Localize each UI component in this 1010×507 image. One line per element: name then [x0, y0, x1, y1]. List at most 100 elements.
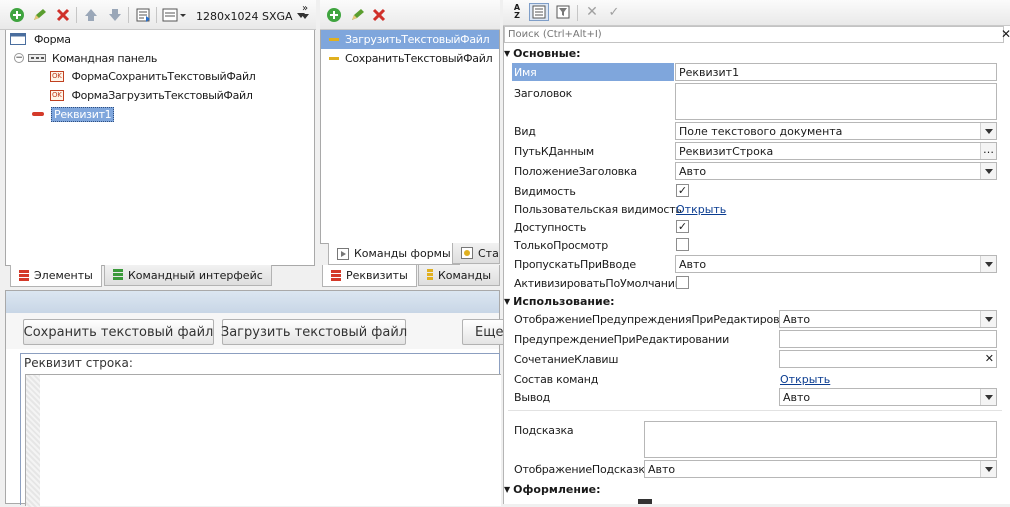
tooltip-label: Подсказка	[514, 423, 574, 437]
tab-elements[interactable]: Элементы	[10, 265, 102, 287]
button-ok-icon: OK	[50, 89, 64, 101]
add-icon[interactable]	[8, 6, 26, 24]
elements-tab-icon	[19, 269, 29, 281]
title-position-dropdown[interactable]: Авто	[675, 162, 997, 180]
more-commands-icon[interactable]: »	[298, 4, 312, 26]
properties-toolbar: AZ ✕ ✓	[503, 0, 1010, 26]
title-position-value: Авто	[679, 164, 707, 178]
filter-icon[interactable]	[553, 3, 573, 21]
commands-composition-open-link[interactable]: Открыть	[780, 373, 830, 386]
section-main[interactable]: ▼ Основные:	[504, 45, 581, 61]
skip-on-input-label: ПропускатьПриВводе	[514, 257, 636, 271]
tooltip-display-dropdown[interactable]: Авто	[644, 460, 997, 478]
command-interface-tab-icon	[113, 269, 123, 280]
edit-warning-label: ПредупреждениеПриРедактировании	[514, 332, 730, 346]
tree-item-save-command[interactable]: OK ФормаСохранитьТекстовыйФайл	[50, 67, 256, 85]
edit-warning-display-dropdown[interactable]: Авто	[779, 310, 997, 328]
readonly-checkbox[interactable]	[676, 238, 689, 251]
name-label: Имя	[514, 65, 537, 79]
tooltip-display-value: Авто	[648, 462, 676, 476]
add-icon[interactable]	[325, 6, 343, 24]
user-visible-open-link[interactable]: Открыть	[676, 203, 726, 216]
tab-label: Командный интерфейс	[128, 268, 263, 282]
readonly-label: ТолькоПросмотр	[514, 238, 608, 252]
chevron-down-icon[interactable]	[980, 311, 996, 327]
form-icon	[10, 33, 26, 45]
output-value: Авто	[783, 390, 811, 404]
chevron-down-icon[interactable]	[980, 256, 996, 272]
collapse-triangle-icon: ▼	[504, 484, 511, 494]
title-field[interactable]	[675, 83, 997, 120]
tab-label: Элементы	[34, 269, 93, 282]
kind-dropdown[interactable]: Поле текстового документа	[675, 122, 997, 140]
skip-on-input-dropdown[interactable]: Авто	[675, 255, 997, 273]
edit-warning-field[interactable]	[779, 330, 997, 348]
tab-attributes[interactable]: Реквизиты	[322, 265, 417, 287]
title-position-label: ПоложениеЗаголовка	[514, 164, 637, 178]
edit-warning-display-value: Авто	[783, 312, 811, 326]
resolution-dropdown[interactable]: 1280x1024 SXGA	[196, 8, 305, 24]
chevron-down-icon[interactable]	[980, 123, 996, 139]
datapath-field[interactable]: РеквизитСтрока …	[675, 142, 997, 160]
clear-icon[interactable]: ✕	[583, 3, 601, 21]
search-input[interactable]	[505, 27, 985, 42]
kind-value: Поле текстового документа	[679, 124, 843, 138]
activate-default-checkbox[interactable]	[676, 276, 689, 289]
delete-icon[interactable]	[370, 6, 388, 24]
command-icon	[329, 38, 339, 41]
tab-form-commands[interactable]: Команды формы	[328, 243, 460, 265]
elements-tree: Форма − Командная панель OK ФормаСохрани…	[5, 30, 315, 266]
tree-item-attribute1[interactable]: Реквизит1	[32, 105, 115, 123]
skip-on-input-value: Авто	[679, 257, 707, 271]
shortcut-field[interactable]: ✕	[779, 350, 997, 368]
tree-item-label: Форма	[34, 32, 71, 46]
section-label: Использование:	[513, 294, 615, 308]
chevron-down-icon[interactable]	[980, 163, 996, 179]
move-up-icon[interactable]	[82, 6, 100, 24]
elements-toolbar: 1280x1024 SXGA »	[0, 0, 316, 30]
layout-menu-icon[interactable]	[162, 6, 188, 24]
activate-default-label: АктивизироватьПоУмолчанию	[514, 276, 684, 290]
output-dropdown[interactable]: Авто	[779, 388, 997, 406]
tree-item-form[interactable]: Форма	[10, 30, 71, 48]
save-text-file-button[interactable]: Сохранить текстовый файл	[23, 319, 214, 345]
tree-item-command-panel[interactable]: − Командная панель	[14, 49, 157, 67]
collapse-icon[interactable]: −	[14, 53, 24, 63]
tree-item-load-command[interactable]: OK ФормаЗагрузитьТекстовыйФайл	[50, 86, 253, 104]
properties-search[interactable]	[504, 26, 1004, 43]
button-ok-icon: OK	[50, 70, 64, 82]
tab-commands[interactable]: Команды	[418, 265, 500, 286]
edit-warning-display-label: ОтображениеПредупрежденияПриРедактирован…	[514, 312, 807, 326]
edit-pencil-icon[interactable]	[348, 6, 366, 24]
tab-label: Ста	[478, 246, 499, 260]
enabled-checkbox[interactable]: ✓	[676, 220, 689, 233]
form-properties-icon[interactable]	[134, 6, 152, 24]
move-down-icon[interactable]	[106, 6, 124, 24]
commands-list: ЗагрузитьТекстовыйФайл СохранитьТекстовы…	[320, 30, 500, 244]
command-item-save[interactable]: СохранитьТекстовыйФайл	[321, 49, 499, 68]
name-field[interactable]: Реквизит1	[675, 63, 997, 81]
datapath-value: РеквизитСтрока	[679, 144, 774, 158]
command-item-load[interactable]: ЗагрузитьТекстовыйФайл	[321, 30, 499, 49]
tab-standard-commands[interactable]: Ста	[452, 243, 500, 264]
load-text-file-button[interactable]: Загрузить текстовый файл	[221, 319, 407, 345]
clear-shortcut-icon[interactable]: ✕	[985, 352, 994, 365]
tab-command-interface[interactable]: Командный интерфейс	[104, 265, 272, 286]
ellipsis-icon[interactable]: …	[980, 143, 996, 159]
section-design[interactable]: ▼ Оформление:	[504, 481, 601, 497]
chevron-down-icon[interactable]	[980, 461, 996, 477]
delete-icon[interactable]	[54, 6, 72, 24]
visible-checkbox[interactable]: ✓	[676, 184, 689, 197]
categorized-view-icon[interactable]	[529, 3, 549, 21]
shortcut-label: СочетаниеКлавиш	[514, 352, 619, 366]
section-usage[interactable]: ▼ Использование:	[504, 293, 615, 309]
edit-pencil-icon[interactable]	[30, 6, 48, 24]
sort-alphabetical-icon[interactable]: AZ	[507, 3, 527, 21]
text-document-area[interactable]	[25, 374, 501, 507]
field-icon	[32, 112, 44, 116]
search-close-icon[interactable]: ✕	[1001, 27, 1010, 41]
attributes-tab-icon	[331, 269, 341, 281]
chevron-down-icon[interactable]	[980, 389, 996, 405]
tooltip-field[interactable]	[644, 421, 997, 458]
check-icon[interactable]: ✓	[605, 3, 623, 21]
